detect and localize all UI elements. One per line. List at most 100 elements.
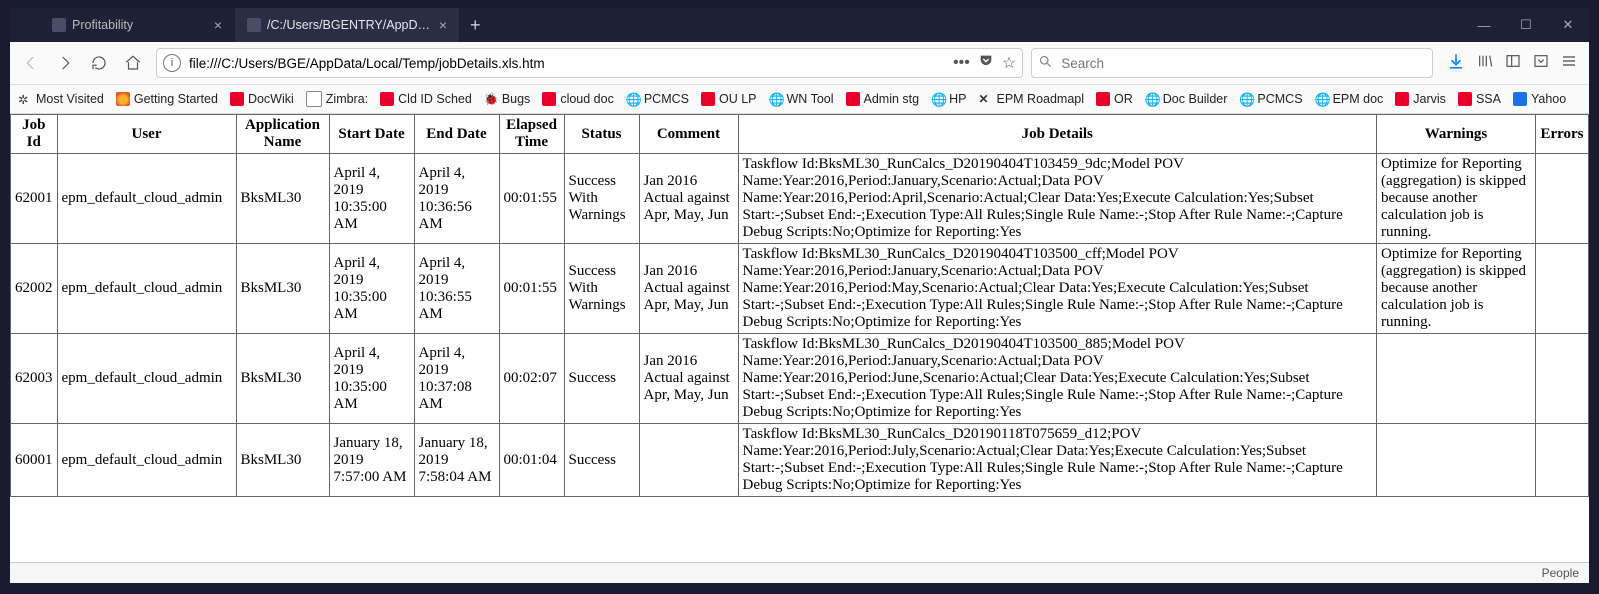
bookmark-label: WN Tool bbox=[787, 92, 834, 106]
url-bar[interactable]: i ••• ☆ bbox=[156, 48, 1023, 78]
bookmark-wn-tool[interactable]: WN Tool bbox=[767, 92, 836, 106]
cell-jobid: 62003 bbox=[11, 334, 58, 424]
cell-user: epm_default_cloud_admin bbox=[57, 424, 236, 497]
cell-elapsed: 00:01:04 bbox=[499, 424, 564, 497]
globe-icon bbox=[626, 92, 640, 106]
home-button[interactable] bbox=[118, 48, 148, 78]
close-tab-icon[interactable]: × bbox=[214, 17, 222, 33]
new-tab-button[interactable]: + bbox=[460, 8, 491, 42]
tab-jobdetails[interactable]: /C:/Users/BGENTRY/AppData/Loca × bbox=[235, 8, 460, 42]
url-input[interactable] bbox=[187, 55, 947, 72]
tab-label: Profitability bbox=[72, 18, 208, 32]
tab-favicon bbox=[247, 18, 261, 32]
close-window-button[interactable]: ✕ bbox=[1547, 8, 1589, 42]
bug-icon bbox=[484, 92, 498, 106]
search-input[interactable] bbox=[1059, 55, 1426, 72]
cell-warnings: Optimize for Reporting (aggregation) is … bbox=[1377, 244, 1536, 334]
cell-end: April 4, 2019 10:36:56 AM bbox=[414, 154, 499, 244]
maximize-button[interactable]: ☐ bbox=[1505, 8, 1547, 42]
tool-icon bbox=[978, 92, 992, 106]
bookmark-label: PCMCS bbox=[1257, 92, 1302, 106]
cell-status: Success With Warnings bbox=[564, 244, 639, 334]
status-bar: People bbox=[10, 562, 1589, 583]
bookmark-or[interactable]: OR bbox=[1094, 92, 1135, 106]
cell-elapsed: 00:01:55 bbox=[499, 154, 564, 244]
cell-user: epm_default_cloud_admin bbox=[57, 244, 236, 334]
page-actions-icon[interactable]: ••• bbox=[953, 54, 970, 72]
bookmark-star-icon[interactable]: ☆ bbox=[1002, 53, 1016, 73]
cell-warnings: Optimize for Reporting (aggregation) is … bbox=[1377, 154, 1536, 244]
sidebar-icon[interactable] bbox=[1505, 53, 1521, 74]
oracle-icon bbox=[701, 92, 715, 106]
urlbar-actions: ••• ☆ bbox=[953, 53, 1016, 74]
pocket-icon[interactable] bbox=[978, 53, 994, 74]
bookmark-label: Cld ID Sched bbox=[398, 92, 472, 106]
back-button[interactable] bbox=[16, 48, 46, 78]
col-end: End Date bbox=[414, 115, 499, 154]
bookmark-label: Zimbra: bbox=[326, 92, 368, 106]
cell-start: April 4, 2019 10:35:00 AM bbox=[329, 244, 414, 334]
page-content: Job Id User Application Name Start Date … bbox=[10, 114, 1589, 562]
globe-icon bbox=[1145, 92, 1159, 106]
bookmark-label: PCMCS bbox=[644, 92, 689, 106]
bookmarks-bar: Most Visited Getting Started DocWiki Zim… bbox=[10, 85, 1589, 114]
cell-app: BksML30 bbox=[236, 424, 329, 497]
cell-comment: Jan 2016 Actual against Apr, May, Jun bbox=[639, 334, 738, 424]
bookmark-getting-started[interactable]: Getting Started bbox=[114, 92, 220, 106]
site-info-icon[interactable]: i bbox=[163, 54, 181, 72]
oracle-icon bbox=[542, 92, 556, 106]
bookmark-most-visited[interactable]: Most Visited bbox=[16, 92, 106, 106]
minimize-button[interactable]: — bbox=[1463, 8, 1505, 42]
col-warnings: Warnings bbox=[1377, 115, 1536, 154]
tab-profitability[interactable]: Profitability × bbox=[40, 8, 235, 42]
bookmark-hp[interactable]: HP bbox=[929, 92, 968, 106]
bookmark-label: HP bbox=[949, 92, 966, 106]
oracle-icon bbox=[846, 92, 860, 106]
library-icon[interactable] bbox=[1477, 53, 1493, 74]
globe-icon bbox=[1239, 92, 1253, 106]
pocket-toolbar-icon[interactable] bbox=[1533, 53, 1549, 74]
bookmark-label: Yahoo bbox=[1531, 92, 1566, 106]
bookmark-admin-stg[interactable]: Admin stg bbox=[844, 92, 922, 106]
globe-icon bbox=[1315, 92, 1329, 106]
table-header-row: Job Id User Application Name Start Date … bbox=[11, 115, 1589, 154]
oracle-icon bbox=[1096, 92, 1110, 106]
bookmark-epm-roadmap[interactable]: EPM Roadmapl bbox=[976, 92, 1086, 106]
col-jobid: Job Id bbox=[11, 115, 58, 154]
menu-icon[interactable] bbox=[1561, 53, 1577, 74]
bookmark-zimbra[interactable]: Zimbra: bbox=[304, 91, 370, 107]
forward-button[interactable] bbox=[50, 48, 80, 78]
bookmark-label: Getting Started bbox=[134, 92, 218, 106]
table-row: 62001 epm_default_cloud_admin BksML30 Ap… bbox=[11, 154, 1589, 244]
bookmark-pcmcs2[interactable]: PCMCS bbox=[1237, 92, 1304, 106]
bookmark-cld-id-sched[interactable]: Cld ID Sched bbox=[378, 92, 474, 106]
cell-status: Success bbox=[564, 334, 639, 424]
reload-button[interactable] bbox=[84, 48, 114, 78]
bookmark-pcmcs[interactable]: PCMCS bbox=[624, 92, 691, 106]
toolbar-icons bbox=[1437, 52, 1583, 75]
bookmark-epm-doc[interactable]: EPM doc bbox=[1313, 92, 1386, 106]
bookmark-label: cloud doc bbox=[560, 92, 614, 106]
cell-errors bbox=[1536, 334, 1589, 424]
bookmark-label: Admin stg bbox=[864, 92, 920, 106]
zimbra-icon bbox=[306, 91, 322, 107]
status-people[interactable]: People bbox=[1542, 566, 1579, 580]
cell-details: Taskflow Id:BksML30_RunCalcs_D20190118T0… bbox=[738, 424, 1377, 497]
table-row: 60001 epm_default_cloud_admin BksML30 Ja… bbox=[11, 424, 1589, 497]
bookmark-bugs[interactable]: Bugs bbox=[482, 92, 533, 106]
close-tab-icon[interactable]: × bbox=[439, 17, 447, 33]
search-bar[interactable] bbox=[1031, 48, 1433, 78]
tab-strip: Profitability × /C:/Users/BGENTRY/AppDat… bbox=[10, 8, 1463, 42]
oracle-icon bbox=[380, 92, 394, 106]
bookmark-jarvis[interactable]: Jarvis bbox=[1393, 92, 1448, 106]
bookmark-doc-builder[interactable]: Doc Builder bbox=[1143, 92, 1230, 106]
bookmark-docwiki[interactable]: DocWiki bbox=[228, 92, 296, 106]
col-details: Job Details bbox=[738, 115, 1377, 154]
bookmark-cloud-doc[interactable]: cloud doc bbox=[540, 92, 616, 106]
downloads-icon[interactable] bbox=[1447, 52, 1465, 75]
bookmark-yahoo[interactable]: Yahoo bbox=[1511, 92, 1568, 106]
cell-details: Taskflow Id:BksML30_RunCalcs_D20190404T1… bbox=[738, 154, 1377, 244]
bookmark-ou-lp[interactable]: OU LP bbox=[699, 92, 759, 106]
cell-user: epm_default_cloud_admin bbox=[57, 154, 236, 244]
bookmark-ssa[interactable]: SSA bbox=[1456, 92, 1503, 106]
